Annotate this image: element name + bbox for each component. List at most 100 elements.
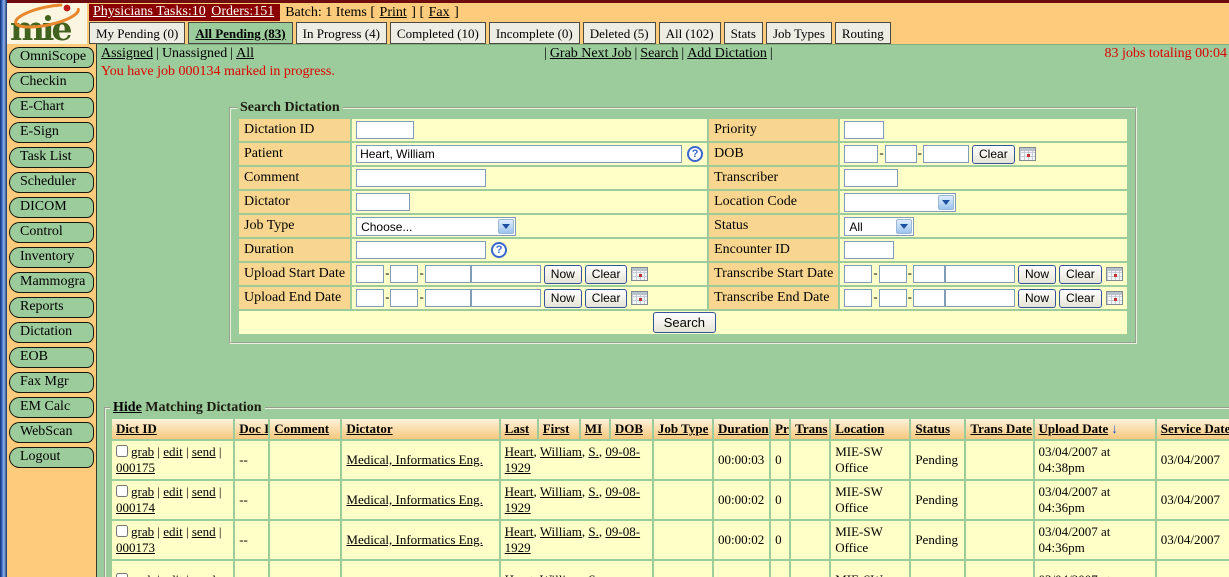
- transcribe-start-calendar-icon[interactable]: [1106, 267, 1123, 281]
- upload-end-year-input[interactable]: [425, 289, 471, 307]
- transcriber-input[interactable]: [844, 169, 898, 187]
- sidebar-item-reports[interactable]: Reports: [9, 297, 94, 318]
- dict-id-link[interactable]: 000173: [116, 540, 155, 555]
- patient-last-link[interactable]: Heart: [505, 484, 534, 499]
- patient-mi-link[interactable]: S.: [588, 484, 598, 499]
- hide-link[interactable]: Hide: [113, 400, 142, 415]
- row-select-checkbox[interactable]: [116, 573, 128, 577]
- edit-link[interactable]: edit: [163, 444, 183, 459]
- column-header-link[interactable]: Comment: [274, 421, 329, 436]
- patient-last-link[interactable]: Heart: [505, 524, 534, 539]
- column-header-link[interactable]: Last: [505, 421, 530, 436]
- patient-first-link[interactable]: William: [540, 444, 582, 459]
- column-header-comment[interactable]: Comment: [270, 419, 340, 439]
- column-header-dictator[interactable]: Dictator: [342, 419, 498, 439]
- transcribe-end-year-input[interactable]: [913, 289, 945, 307]
- column-header-link[interactable]: Trans Date: [970, 421, 1032, 436]
- column-header-link[interactable]: Location: [835, 421, 884, 436]
- sidebar-item-omniscope[interactable]: OmniScope: [9, 47, 94, 68]
- dictator-link[interactable]: Medical, Informatics Eng.: [346, 452, 482, 467]
- sidebar-item-control[interactable]: Control: [9, 222, 94, 243]
- transcribe-start-now-button[interactable]: Now: [1018, 265, 1056, 284]
- column-header-doc-id[interactable]: Doc ID: [235, 419, 268, 439]
- dob-calendar-icon[interactable]: [1019, 147, 1036, 161]
- column-header-link[interactable]: Job Type: [658, 421, 708, 436]
- print-link[interactable]: Print: [380, 5, 407, 20]
- column-header-link[interactable]: Status: [915, 421, 950, 436]
- dictator-link[interactable]: Medical, Informatics Eng.: [346, 492, 482, 507]
- add-dictation-link[interactable]: Add Dictation: [687, 46, 767, 61]
- upload-end-time-input[interactable]: [471, 289, 541, 307]
- tab-deleted-5[interactable]: Deleted (5): [583, 22, 656, 44]
- send-link[interactable]: send: [192, 484, 216, 499]
- status-select[interactable]: All: [844, 217, 914, 236]
- transcribe-start-clear-button[interactable]: Clear: [1059, 265, 1102, 284]
- sidebar-item-e-chart[interactable]: E-Chart: [9, 97, 94, 118]
- tab-completed-10[interactable]: Completed (10): [390, 22, 486, 44]
- upload-end-clear-button[interactable]: Clear: [585, 289, 628, 308]
- patient-first-link[interactable]: William: [540, 572, 582, 577]
- patient-help-icon[interactable]: ?: [687, 146, 703, 162]
- column-header-link[interactable]: Service Date: [1161, 421, 1229, 436]
- column-header-duration[interactable]: Duration: [714, 419, 769, 439]
- column-header-link[interactable]: Trans: [795, 421, 827, 436]
- dob-year-input[interactable]: [923, 145, 969, 163]
- column-header-link[interactable]: Pri: [775, 421, 789, 436]
- row-select-checkbox[interactable]: [116, 485, 128, 497]
- transcribe-end-month-input[interactable]: [844, 289, 872, 307]
- transcribe-start-time-input[interactable]: [945, 265, 1015, 283]
- upload-end-now-button[interactable]: Now: [544, 289, 582, 308]
- grab-link[interactable]: grab: [131, 572, 154, 577]
- dictator-input[interactable]: [356, 193, 410, 211]
- transcribe-end-clear-button[interactable]: Clear: [1059, 289, 1102, 308]
- dob-month-input[interactable]: [844, 145, 878, 163]
- upload-end-day-input[interactable]: [390, 289, 418, 307]
- grab-link[interactable]: grab: [131, 444, 154, 459]
- row-select-checkbox[interactable]: [116, 525, 128, 537]
- sidebar-item-em-calc[interactable]: EM Calc: [9, 397, 94, 418]
- dictation-id-input[interactable]: [356, 121, 414, 139]
- tab-stats[interactable]: Stats: [724, 22, 763, 44]
- column-header-dict-id[interactable]: Dict ID: [112, 419, 233, 439]
- sidebar-item-dictation[interactable]: Dictation: [9, 322, 94, 343]
- sidebar-item-mammogra[interactable]: Mammogra: [9, 272, 94, 293]
- column-header-mi[interactable]: MI: [581, 419, 609, 439]
- encounter-id-input[interactable]: [844, 241, 894, 259]
- app-logo[interactable]: mie: [7, 3, 87, 44]
- dict-id-link[interactable]: 000175: [116, 460, 155, 475]
- search-button[interactable]: Search: [653, 312, 716, 333]
- transcribe-start-year-input[interactable]: [913, 265, 945, 283]
- priority-input[interactable]: [844, 121, 884, 139]
- sidebar-item-eob[interactable]: EOB: [9, 347, 94, 368]
- row-select-checkbox[interactable]: [116, 445, 128, 457]
- dict-id-link[interactable]: 000174: [116, 500, 155, 515]
- patient-first-link[interactable]: William: [540, 524, 582, 539]
- column-header-status[interactable]: Status: [911, 419, 964, 439]
- assigned-link[interactable]: Assigned: [101, 46, 153, 61]
- column-header-pri[interactable]: Pri: [771, 419, 789, 439]
- column-header-last[interactable]: Last: [501, 419, 537, 439]
- patient-mi-link[interactable]: S.: [588, 524, 598, 539]
- transcribe-start-day-input[interactable]: [879, 265, 907, 283]
- tab-all-pending-83[interactable]: All Pending (83): [188, 22, 292, 44]
- patient-input[interactable]: [356, 145, 682, 163]
- upload-end-calendar-icon[interactable]: [631, 291, 648, 305]
- sidebar-item-webscan[interactable]: WebScan: [9, 422, 94, 443]
- column-header-link[interactable]: Upload Date: [1039, 421, 1109, 436]
- column-header-link[interactable]: Dictator: [346, 421, 392, 436]
- tab-my-pending-0[interactable]: My Pending (0): [89, 22, 185, 44]
- column-header-trans[interactable]: Trans: [791, 419, 829, 439]
- edit-link[interactable]: edit: [163, 572, 183, 577]
- column-header-dob[interactable]: DOB: [611, 419, 652, 439]
- upload-start-year-input[interactable]: [425, 265, 471, 283]
- sidebar-item-inventory[interactable]: Inventory: [9, 247, 94, 268]
- patient-mi-link[interactable]: S.: [588, 572, 598, 577]
- patient-mi-link[interactable]: S.: [588, 444, 598, 459]
- edit-link[interactable]: edit: [163, 524, 183, 539]
- upload-start-month-input[interactable]: [356, 265, 384, 283]
- upload-start-now-button[interactable]: Now: [544, 265, 582, 284]
- comment-input[interactable]: [356, 169, 486, 187]
- column-header-service-date[interactable]: Service Date: [1157, 419, 1229, 439]
- send-link[interactable]: send: [192, 572, 216, 577]
- column-header-link[interactable]: Doc ID: [239, 421, 268, 436]
